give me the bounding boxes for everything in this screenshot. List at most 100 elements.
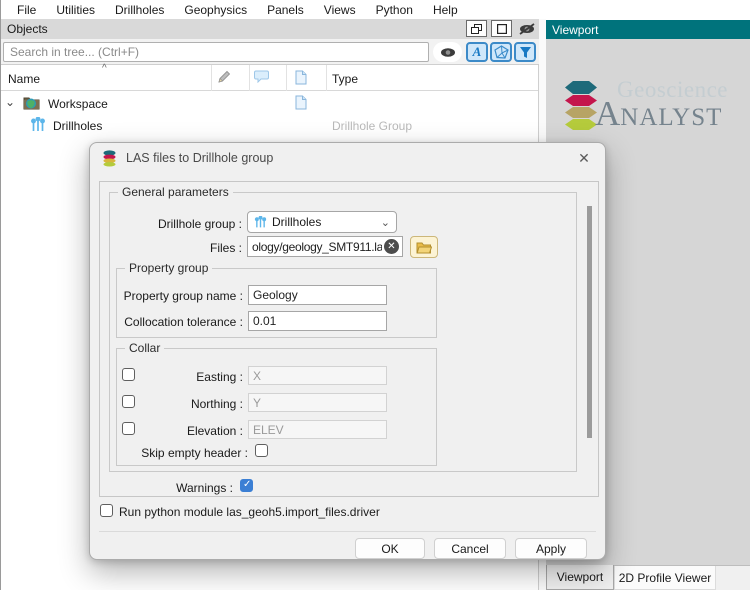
column-header-metadata[interactable] — [295, 70, 307, 88]
logo-word-analyst: ANALYST — [595, 94, 722, 134]
viewport-tab-bar: Viewport 2D Profile Viewer — [546, 565, 750, 590]
column-header-comments[interactable] — [254, 70, 269, 86]
dialog-separator — [99, 531, 596, 532]
column-header-edit[interactable] — [217, 70, 231, 87]
maximize-icon — [497, 24, 507, 34]
column-header-name[interactable]: Name — [8, 72, 40, 86]
menu-file[interactable]: File — [7, 1, 46, 19]
tree-item-label: Drillholes — [53, 119, 102, 133]
browse-files-button[interactable] — [410, 236, 438, 258]
wireframe-icon — [494, 45, 509, 59]
logo-initial: A — [595, 94, 620, 133]
tree-header: ^ Name Type — [1, 65, 538, 91]
menu-panels[interactable]: Panels — [257, 1, 314, 19]
skip-empty-header-label: Skip empty header : — [117, 446, 248, 460]
warnings-label: Warnings : — [100, 481, 233, 495]
dialog-scrollbar-thumb[interactable] — [587, 206, 592, 438]
logo-rest: NALYST — [620, 104, 722, 131]
collocation-tolerance-label: Collocation tolerance : — [117, 315, 243, 329]
elevation-checkbox[interactable] — [122, 422, 135, 435]
menu-bar: File Utilities Drillholes Geophysics Pan… — [1, 0, 750, 19]
tab-viewport[interactable]: Viewport — [546, 565, 614, 590]
wireframe-toggle-button[interactable] — [490, 42, 512, 62]
open-folder-icon — [416, 241, 432, 254]
ok-button[interactable]: OK — [355, 538, 425, 559]
northing-input[interactable] — [248, 393, 387, 412]
drillhole-group-label: Drillhole group : — [110, 217, 242, 231]
chevron-down-icon: ⌄ — [381, 216, 390, 229]
close-icon[interactable]: ✕ — [575, 150, 593, 167]
tree-toolbar: A — [1, 39, 539, 64]
menu-utilities[interactable]: Utilities — [46, 1, 105, 19]
labels-icon: A — [473, 44, 482, 60]
filter-icon — [519, 46, 532, 59]
property-group-name-input[interactable] — [248, 285, 387, 305]
tree-item-type: Drillhole Group — [332, 119, 412, 133]
logo-layers-icon — [564, 81, 598, 135]
tree-row-workspace[interactable]: ⌄ Workspace — [1, 93, 538, 115]
easting-input[interactable] — [248, 366, 387, 385]
file-icon — [295, 70, 307, 85]
easting-checkbox[interactable] — [122, 368, 135, 381]
group-label: General parameters — [118, 185, 233, 199]
drillhole-group-value: Drillholes — [272, 215, 321, 229]
column-header-type[interactable]: Type — [332, 72, 358, 86]
sort-ascending-icon: ^ — [102, 63, 107, 74]
hide-panel-button[interactable] — [516, 20, 537, 37]
filter-button[interactable] — [514, 42, 536, 62]
northing-checkbox[interactable] — [122, 395, 135, 408]
group-collar: Collar Easting : Northing : Elevation : … — [116, 348, 437, 466]
search-input[interactable] — [3, 42, 429, 62]
files-input[interactable] — [247, 236, 403, 257]
run-python-checkbox[interactable] — [100, 504, 113, 517]
skip-empty-header-checkbox[interactable] — [255, 444, 268, 457]
comment-icon — [254, 70, 269, 83]
labels-toggle-button[interactable]: A — [466, 42, 488, 62]
menu-python[interactable]: Python — [366, 1, 423, 19]
dialog-title: LAS files to Drillhole group — [126, 151, 273, 165]
hidden-eye-icon — [518, 23, 536, 35]
menu-help[interactable]: Help — [423, 1, 468, 19]
drillhole-group-select[interactable]: Drillholes ⌄ — [247, 211, 397, 233]
northing-label: Northing : — [143, 397, 243, 411]
drillhole-group-icon — [30, 117, 46, 136]
float-panel-button[interactable] — [466, 20, 487, 37]
column-divider — [249, 65, 250, 91]
files-label: Files : — [110, 241, 242, 255]
dialog-app-icon — [102, 150, 117, 167]
collocation-tolerance-input[interactable] — [248, 311, 387, 331]
workspace-icon — [23, 95, 40, 113]
group-label: Collar — [125, 341, 164, 355]
application-window: File Utilities Drillholes Geophysics Pan… — [0, 0, 750, 590]
chevron-down-icon[interactable]: ⌄ — [5, 95, 15, 109]
menu-drillholes[interactable]: Drillholes — [105, 1, 174, 19]
elevation-input[interactable] — [248, 420, 387, 439]
eye-icon — [440, 47, 456, 58]
property-group-name-label: Property group name : — [117, 289, 243, 303]
group-general-parameters: General parameters Drillhole group : Dri… — [109, 192, 577, 472]
maximize-panel-button[interactable] — [491, 20, 512, 37]
cancel-button[interactable]: Cancel — [434, 538, 506, 559]
menu-geophysics[interactable]: Geophysics — [174, 1, 257, 19]
apply-button[interactable]: Apply — [515, 538, 587, 559]
warnings-checkbox[interactable] — [240, 479, 253, 492]
tree-item-label: Workspace — [48, 97, 108, 111]
tab-2d-profile-viewer[interactable]: 2D Profile Viewer — [614, 566, 716, 590]
easting-label: Easting : — [143, 370, 243, 384]
metadata-file-icon[interactable] — [295, 95, 307, 113]
menu-views[interactable]: Views — [314, 1, 366, 19]
pencil-icon — [217, 70, 231, 84]
dialog-title-bar[interactable]: LAS files to Drillhole group ✕ — [90, 143, 605, 173]
column-divider — [211, 65, 212, 91]
clear-files-icon[interactable]: ✕ — [384, 239, 399, 254]
float-icon — [471, 24, 482, 34]
las-import-dialog: LAS files to Drillhole group ✕ General p… — [89, 142, 606, 560]
group-label: Property group — [125, 261, 212, 275]
visibility-toggle-button[interactable] — [433, 42, 462, 62]
drillhole-group-icon — [254, 216, 267, 229]
tree-row-drillholes[interactable]: Drillholes Drillhole Group — [1, 115, 538, 137]
column-divider — [326, 65, 327, 91]
objects-panel-title: Objects — [7, 22, 48, 36]
elevation-label: Elevation : — [143, 424, 243, 438]
objects-panel-header: Objects — [1, 19, 539, 39]
